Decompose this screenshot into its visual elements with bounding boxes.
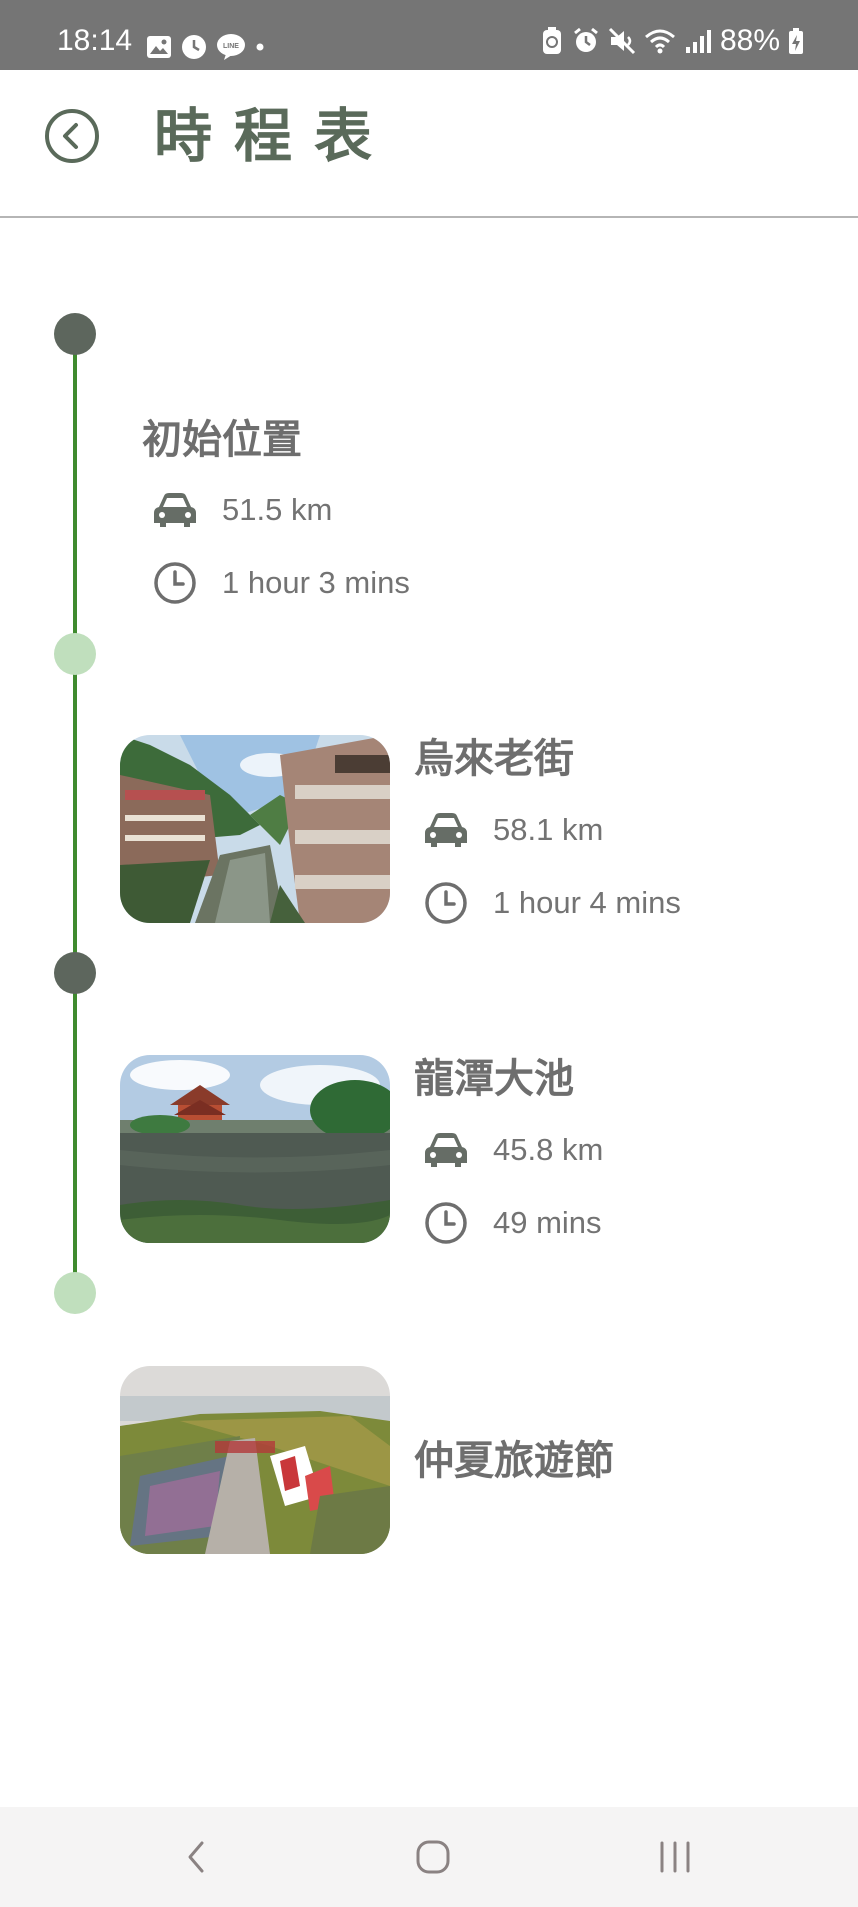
back-button[interactable] [44,108,100,164]
clock-status-icon [182,35,206,59]
status-bar: 18:14 LINE 88% [0,0,858,70]
wifi-icon [644,29,675,54]
timeline-node [54,952,96,994]
distance-row: 45.8 km [421,1130,603,1170]
battery-percent: 88% [719,24,780,57]
distance-text: 51.5 km [222,492,333,527]
stop-thumbnail[interactable] [120,735,390,923]
dot-icon [256,43,264,51]
duration-text: 1 hour 3 mins [222,565,410,600]
nav-home-button[interactable] [413,1837,453,1881]
battery-charging-icon [789,28,803,54]
clock-icon [425,882,467,924]
nav-recents-icon [660,1841,690,1873]
clock-icon [154,562,196,604]
svg-text:LINE: LINE [223,43,239,50]
clock-icon [425,1202,467,1244]
duration-row: 49 mins [423,1200,602,1246]
distance-row: 51.5 km [150,490,332,530]
distance-row: 58.1 km [421,810,603,850]
back-circle-icon [45,109,99,163]
timeline-line [73,334,77,1294]
stop-thumbnail[interactable] [120,1366,390,1554]
status-time: 18:14 [57,24,133,57]
distance-text: 58.1 km [493,812,604,847]
duration-row: 1 hour 3 mins [152,560,410,606]
timeline-node [54,1272,96,1314]
app-header: 時程表 [0,70,858,218]
car-icon [425,1133,467,1167]
status-system-icons: 88% [540,26,804,56]
stop-name: 初始位置 [142,417,302,463]
status-notification-icons: LINE [146,33,265,61]
battery-saver-icon [542,27,561,54]
signal-icon [685,30,711,53]
duration-row: 1 hour 4 mins [423,880,681,926]
car-icon [425,813,467,847]
timeline-node [54,313,96,355]
alarm-icon [574,27,598,52]
distance-text: 45.8 km [493,1132,604,1167]
system-nav-bar [0,1807,858,1907]
stop-name: 烏來老街 [414,736,574,782]
car-icon [154,493,196,527]
mute-icon [608,27,636,55]
line-app-icon: LINE [217,34,245,60]
timeline-node [54,633,96,675]
page-title: 時程表 [154,102,395,170]
nav-home-icon [416,1840,450,1874]
stop-thumbnail[interactable] [120,1055,390,1243]
nav-back-icon [188,1841,204,1873]
nav-back-button[interactable] [180,1837,210,1881]
image-icon [147,36,171,58]
stop-name: 仲夏旅遊節 [414,1438,614,1484]
duration-text: 1 hour 4 mins [493,885,681,920]
nav-recents-button[interactable] [655,1837,695,1881]
duration-text: 49 mins [493,1205,602,1240]
stop-name: 龍潭大池 [414,1056,574,1102]
